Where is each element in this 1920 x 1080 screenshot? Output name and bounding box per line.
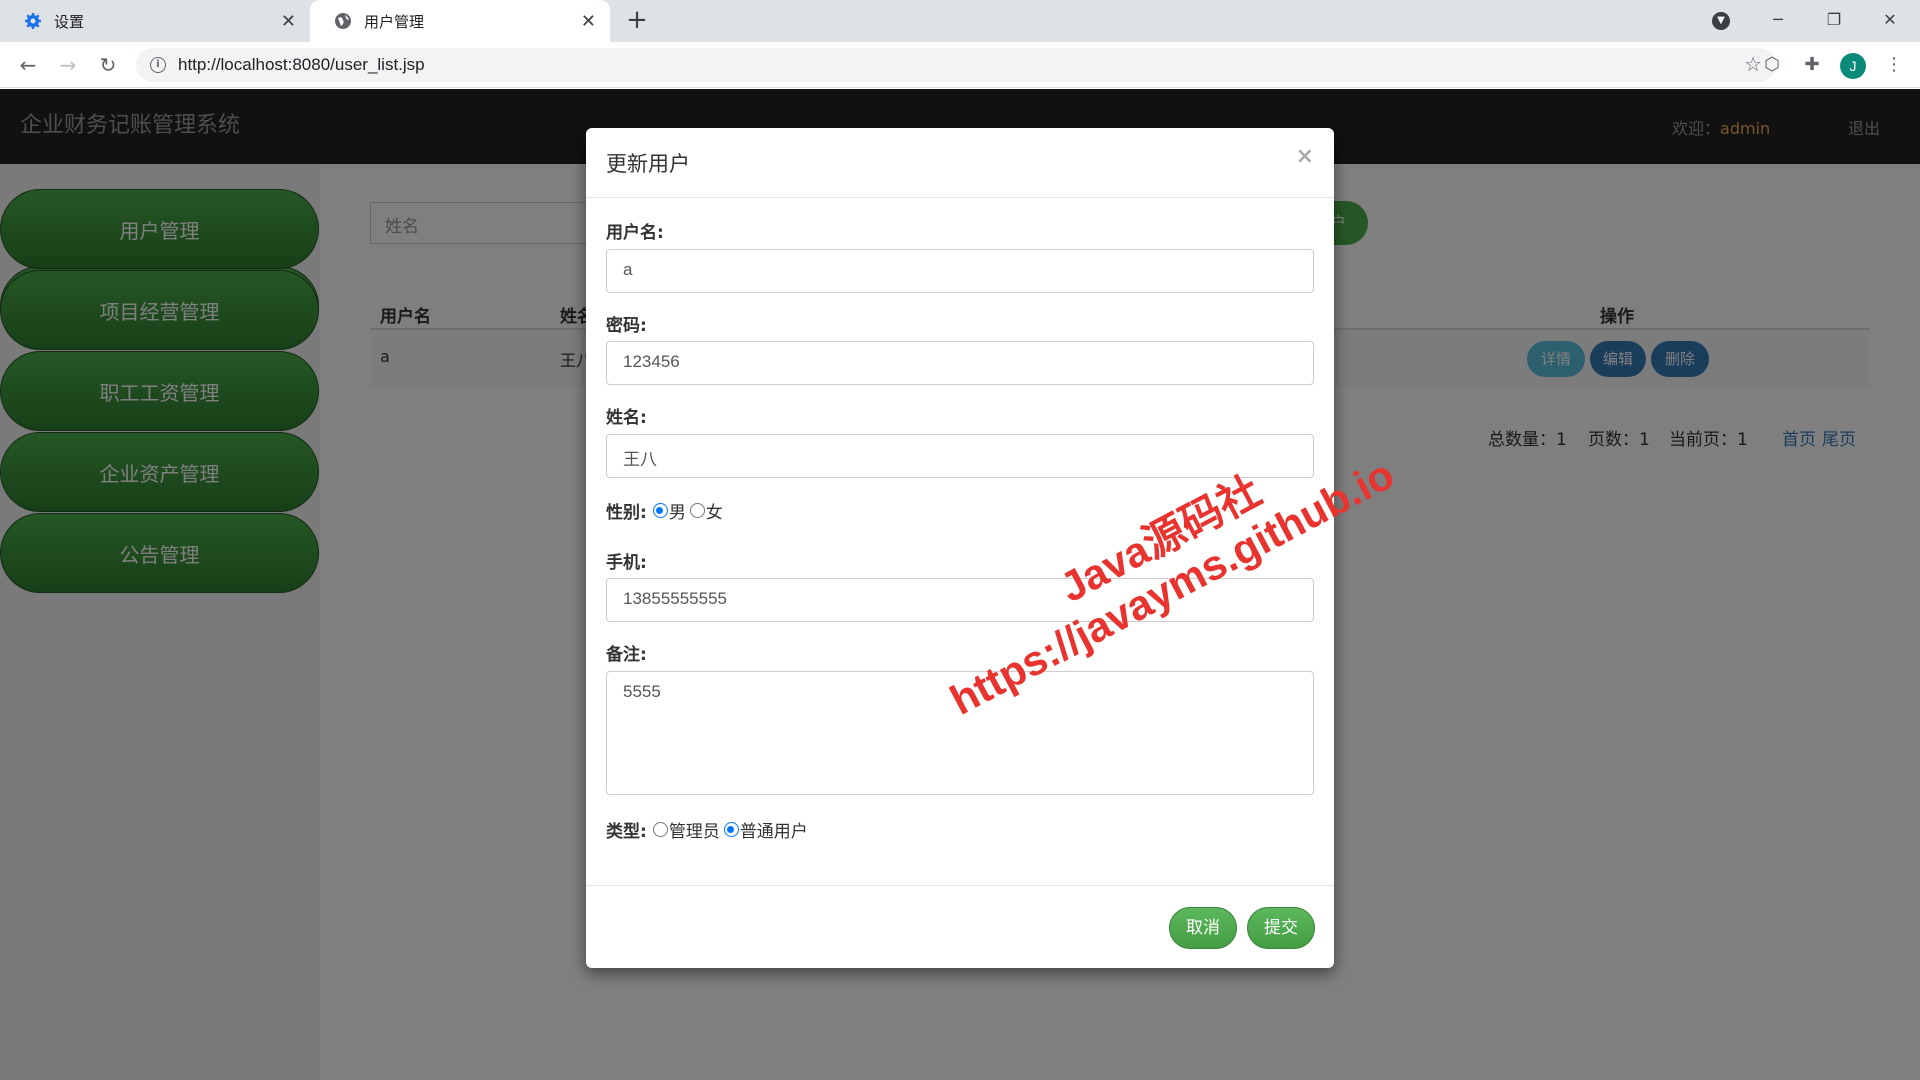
remark-label: 备注: [606, 645, 647, 665]
password-field[interactable]: 123456 [606, 341, 1314, 385]
modal-footer: 取消 提交 [586, 885, 1334, 968]
type-admin-radio[interactable] [652, 822, 668, 837]
type-normal-radio[interactable] [723, 822, 739, 837]
browser-toolbar: ← → ↻ i http://localhost:8080/user_list.… [0, 42, 1920, 88]
reload-icon[interactable]: ↻ [94, 51, 122, 79]
forward-arrow-icon[interactable]: → [54, 51, 82, 79]
gear-icon [24, 12, 42, 30]
back-arrow-icon[interactable]: ← [14, 51, 42, 79]
name-label: 姓名: [606, 408, 647, 428]
avatar[interactable]: J [1840, 53, 1866, 79]
gender-male-label[interactable]: 男 [669, 498, 686, 523]
url-text[interactable]: http://localhost:8080/user_list.jsp [178, 55, 425, 75]
gender-label: 性别: [606, 503, 647, 523]
address-bar[interactable]: i http://localhost:8080/user_list.jsp ☆ [136, 48, 1776, 82]
close-icon[interactable]: ✕ [281, 11, 296, 32]
modal-title: 更新用户 [606, 152, 690, 176]
globe-icon [334, 12, 352, 30]
browser-tab-settings[interactable]: 设置 ✕ [0, 0, 310, 42]
username-field[interactable]: a [606, 249, 1314, 293]
new-tab-plus-icon[interactable]: + [622, 6, 652, 36]
info-icon[interactable]: i [150, 57, 166, 73]
close-window-icon[interactable]: ✕ [1862, 0, 1918, 42]
minimize-icon[interactable]: ─ [1750, 0, 1806, 42]
tab-title: 设置 [54, 12, 85, 31]
submit-button[interactable]: 提交 [1247, 907, 1315, 949]
browser-tab-user-management[interactable]: 用户管理 ✕ [310, 0, 610, 42]
gender-female-radio[interactable] [689, 503, 705, 518]
name-field[interactable]: 王八 [606, 434, 1314, 478]
chevron-down-icon[interactable]: ▼ [1712, 12, 1730, 30]
type-group: 类型: 管理员 普通用户 [606, 817, 808, 842]
restore-icon[interactable]: ❐ [1806, 0, 1862, 42]
gender-group: 性别: 男 女 [606, 498, 723, 523]
type-label: 类型: [606, 822, 647, 842]
phone-label: 手机: [606, 553, 647, 573]
extension-icon[interactable]: ⬡ [1760, 53, 1784, 77]
modal-header: 更新用户 × [586, 128, 1334, 198]
username-label: 用户名: [606, 223, 664, 243]
type-normal-label[interactable]: 普通用户 [740, 817, 808, 842]
puzzle-icon[interactable]: ✚ [1800, 53, 1824, 77]
kebab-menu-icon[interactable]: ⋮ [1882, 53, 1906, 77]
close-icon[interactable]: × [1296, 144, 1314, 169]
close-icon[interactable]: ✕ [581, 11, 596, 32]
type-admin-label[interactable]: 管理员 [669, 817, 720, 842]
browser-tabstrip: 设置 ✕ 用户管理 ✕ + ▼ ─ ❐ ✕ [0, 0, 1920, 42]
password-label: 密码: [606, 316, 647, 336]
tab-title: 用户管理 [364, 12, 425, 31]
gender-male-radio[interactable] [652, 503, 668, 518]
gender-female-label[interactable]: 女 [706, 498, 723, 523]
cancel-button[interactable]: 取消 [1169, 907, 1237, 949]
